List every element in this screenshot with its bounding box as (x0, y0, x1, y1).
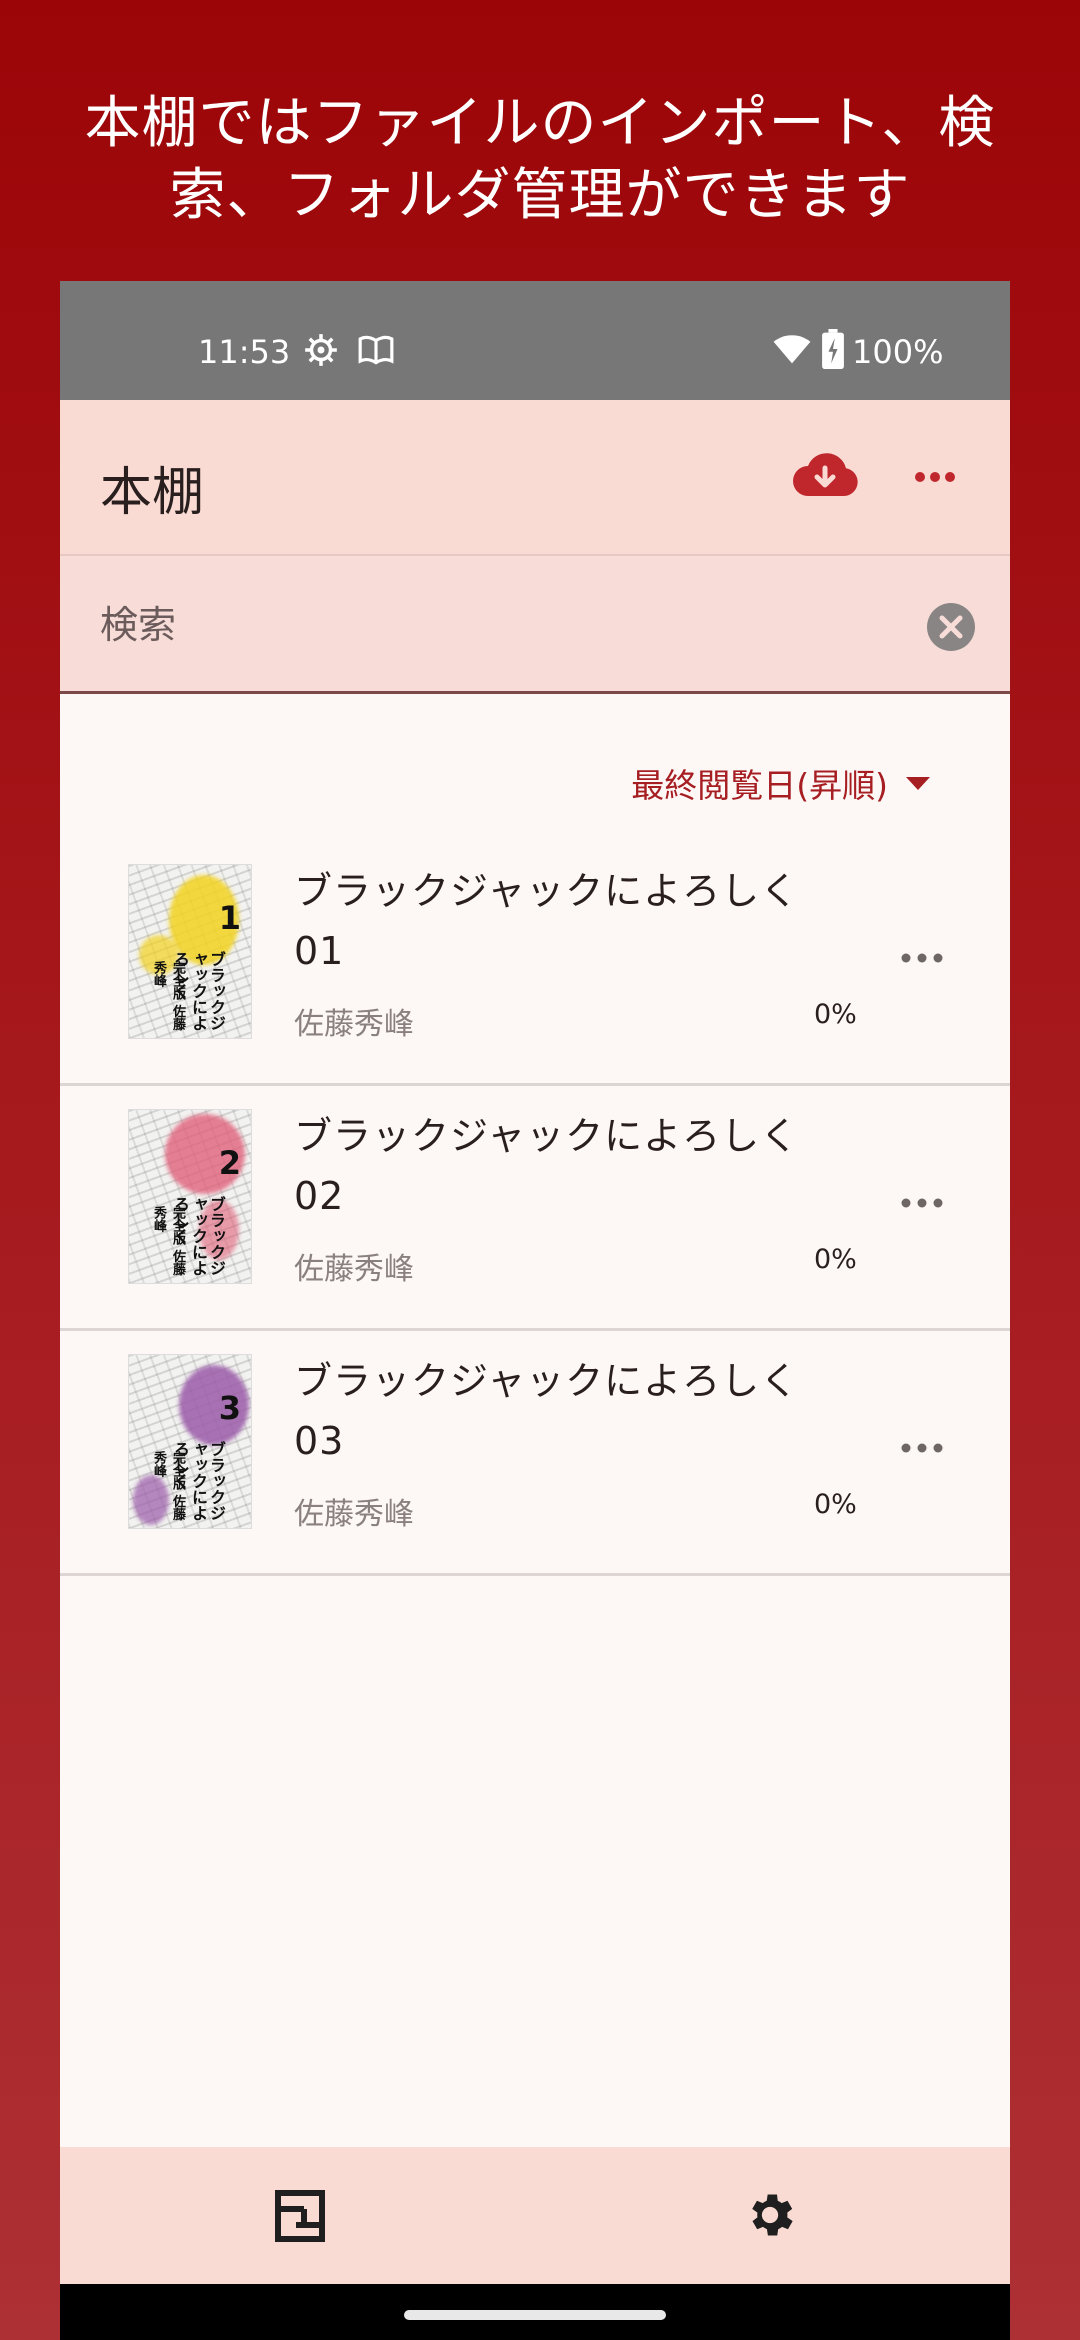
book-icon (356, 331, 396, 369)
cover-subtitle: 完全版 佐藤秀峰 (151, 961, 185, 1031)
battery-percent: 100% (852, 333, 944, 371)
status-time: 11:53 (198, 333, 291, 371)
cover-volume: 1 (218, 899, 241, 937)
book-row[interactable]: 1 ブラックジャックによろしく 完全版 佐藤秀峰 ブラックジャックによろしく 0… (60, 841, 1010, 1086)
clear-search-icon[interactable] (926, 602, 976, 652)
more-options-icon[interactable] (892, 1421, 952, 1475)
cover-volume: 3 (218, 1389, 241, 1427)
cover-subtitle: 完全版 佐藤秀峰 (151, 1206, 185, 1276)
app-bar: 本棚 (60, 400, 1010, 556)
book-progress: 0% (814, 999, 857, 1030)
book-cover: 2 ブラックジャックによろしく 完全版 佐藤秀峰 (128, 1109, 252, 1284)
book-row[interactable]: 2 ブラックジャックによろしく 完全版 佐藤秀峰 ブラックジャックによろしく 0… (60, 1086, 1010, 1331)
sort-dropdown[interactable]: 最終閲覧日(昇順) (631, 759, 930, 807)
more-options-icon[interactable] (910, 448, 960, 506)
cover-subtitle: 完全版 佐藤秀峰 (151, 1451, 185, 1521)
promo-caption: 本棚ではファイルのインポート、検 索、フォルダ管理ができます (0, 88, 1080, 232)
bookshelf-icon[interactable] (270, 2187, 330, 2245)
battery-charging-icon (822, 329, 844, 369)
promo-line-2: 索、フォルダ管理ができます (169, 163, 911, 228)
book-title: ブラックジャックによろしく 03 (294, 1359, 800, 1463)
sort-label: 最終閲覧日(昇順) (631, 766, 888, 805)
promo-line-1: 本棚ではファイルのインポート、検 (84, 91, 996, 156)
home-gesture-handle[interactable] (404, 2310, 666, 2320)
settings-icon[interactable] (742, 2187, 798, 2243)
book-cover: 3 ブラックジャックによろしく 完全版 佐藤秀峰 (128, 1354, 252, 1529)
settings-gear-icon (302, 331, 340, 369)
caret-down-icon (906, 776, 930, 790)
book-title: ブラックジャックによろしく 01 (294, 869, 800, 973)
cloud-download-icon[interactable] (790, 444, 860, 508)
cover-volume: 2 (218, 1144, 241, 1182)
more-options-icon[interactable] (892, 931, 952, 985)
book-title: ブラックジャックによろしく 02 (294, 1114, 800, 1218)
book-author: 佐藤秀峰 (294, 1497, 414, 1532)
phone-screen: 11:53 100% 本棚 最終閲覧日(昇順) (60, 281, 1010, 2340)
status-bar: 11:53 100% (60, 281, 1010, 400)
book-cover: 1 ブラックジャックによろしく 完全版 佐藤秀峰 (128, 864, 252, 1039)
more-options-icon[interactable] (892, 1176, 952, 1230)
bottom-navigation (60, 2147, 1010, 2284)
wifi-icon (772, 333, 812, 365)
book-author: 佐藤秀峰 (294, 1007, 414, 1042)
search-input[interactable] (100, 596, 900, 654)
book-author: 佐藤秀峰 (294, 1252, 414, 1287)
book-progress: 0% (814, 1244, 857, 1275)
search-bar (60, 556, 1010, 694)
gesture-navigation-bar (60, 2284, 1010, 2340)
page-title: 本棚 (100, 463, 205, 523)
book-progress: 0% (814, 1489, 857, 1520)
book-list: 1 ブラックジャックによろしく 完全版 佐藤秀峰 ブラックジャックによろしく 0… (60, 841, 1010, 1576)
book-row[interactable]: 3 ブラックジャックによろしく 完全版 佐藤秀峰 ブラックジャックによろしく 0… (60, 1331, 1010, 1576)
